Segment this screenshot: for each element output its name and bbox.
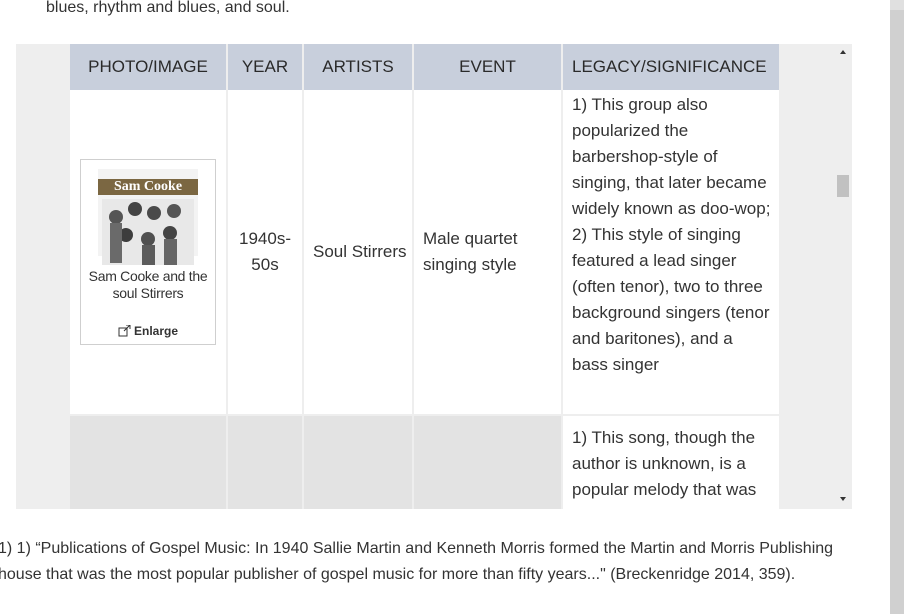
album-photo[interactable]: Sam Cooke — [98, 169, 198, 265]
enlarge-label: Enlarge — [133, 324, 178, 338]
photo-cell — [70, 416, 228, 509]
year-cell — [228, 416, 304, 509]
photo-cell: Sam Cooke Sam Cooke and the soul Stirrer… — [70, 90, 228, 414]
event-cell — [414, 416, 563, 509]
photo-banner: Sam Cooke — [98, 179, 198, 195]
table-scroll-container[interactable]: PHOTO/IMAGE YEAR ARTISTS EVENT LEGACY/SI… — [16, 44, 852, 509]
header-photo: PHOTO/IMAGE — [70, 44, 228, 90]
photo-caption: Sam Cooke and the soul Stirrers — [88, 268, 208, 301]
enlarge-link[interactable]: Enlarge — [118, 318, 178, 344]
event-cell: Male quartet singing style — [414, 90, 563, 414]
footnote-text: 1) 1) “Publications of Gospel Music: In … — [0, 540, 834, 583]
page-scrollbar-thumb[interactable] — [890, 10, 904, 614]
table-scrollbar-thumb[interactable] — [837, 175, 849, 197]
header-year: YEAR — [228, 44, 304, 90]
table-row: Sam Cooke Sam Cooke and the soul Stirrer… — [70, 90, 779, 414]
arrow-down-icon[interactable] — [840, 497, 846, 501]
enlarge-icon — [118, 325, 131, 337]
legacy-cell: 1) This song, though the author is unkno… — [563, 416, 779, 509]
legacy-cell: 1) This group also popularized the barbe… — [572, 95, 771, 374]
table-scrollbar[interactable] — [835, 44, 852, 509]
intro-text: blues, rhythm and blues, and soul. — [46, 0, 290, 16]
history-table: PHOTO/IMAGE YEAR ARTISTS EVENT LEGACY/SI… — [70, 44, 779, 509]
artists-cell — [304, 416, 414, 509]
year-cell: 1940s-50s — [228, 90, 304, 414]
group-photo-image — [102, 199, 194, 265]
header-artists: ARTISTS — [304, 44, 414, 90]
header-legacy: LEGACY/SIGNIFICANCE — [572, 57, 767, 76]
header-event: EVENT — [414, 44, 563, 90]
photo-card[interactable]: Sam Cooke Sam Cooke and the soul Stirrer… — [80, 159, 216, 345]
table-row: 1) This song, though the author is unkno… — [70, 416, 779, 509]
page-scrollbar[interactable] — [890, 0, 904, 614]
table-header: PHOTO/IMAGE YEAR ARTISTS EVENT LEGACY/SI… — [70, 44, 779, 90]
arrow-up-icon[interactable] — [840, 50, 846, 54]
artists-cell: Soul Stirrers — [304, 90, 414, 414]
